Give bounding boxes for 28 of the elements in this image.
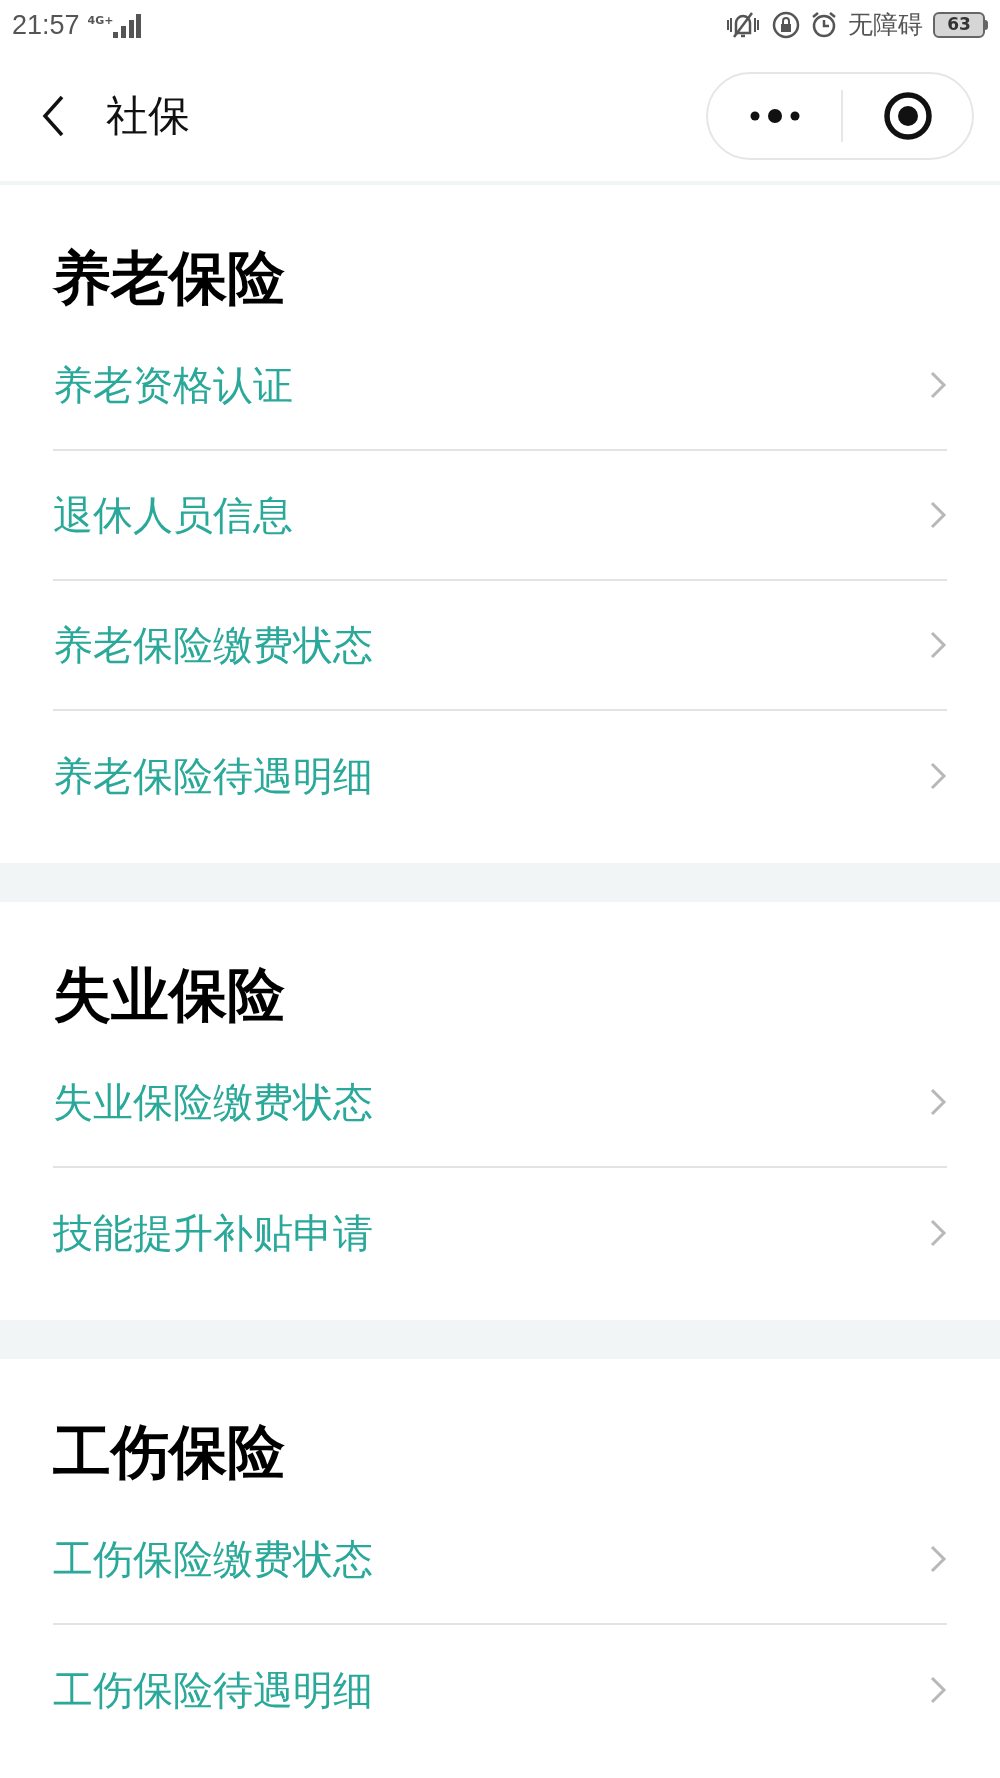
section-heading: 失业保险 (53, 962, 286, 1028)
menu-item[interactable]: 养老保险待遇明细 (53, 711, 947, 841)
chevron-right-icon (929, 1544, 947, 1574)
signal-icon (111, 12, 142, 38)
battery-indicator: 63 (933, 12, 985, 38)
menu-item[interactable]: 技能提升补贴申请 (53, 1168, 947, 1298)
section-heading: 工伤保险 (53, 1419, 286, 1485)
chevron-right-icon (929, 761, 947, 791)
bell-muted-icon (724, 11, 762, 39)
network-type: 4G+ (87, 12, 114, 29)
menu-item[interactable]: 失业保险缴费状态 (53, 1038, 947, 1168)
menu-item[interactable]: 养老资格认证 (53, 321, 947, 451)
alarm-clock-icon (810, 11, 838, 39)
status-time: 21:57 (12, 8, 80, 42)
menu-item[interactable]: 工伤保险缴费状态 (53, 1495, 947, 1625)
section-heading: 养老保险 (53, 245, 286, 311)
chevron-right-icon (929, 1087, 947, 1117)
chevron-right-icon (929, 1675, 947, 1705)
chevron-right-icon (929, 370, 947, 400)
menu-item[interactable]: 养老保险缴费状态 (53, 581, 947, 711)
chevron-right-icon (929, 1218, 947, 1248)
chevron-right-icon (929, 500, 947, 530)
lock-rotation-icon (772, 11, 800, 39)
page-title: 社保 (106, 90, 190, 142)
menu-item[interactable]: 退休人员信息 (53, 451, 947, 581)
menu-item[interactable]: 工伤保险待遇明细 (53, 1625, 947, 1755)
accessibility-label: 无障碍 (848, 9, 923, 42)
chevron-right-icon (929, 630, 947, 660)
